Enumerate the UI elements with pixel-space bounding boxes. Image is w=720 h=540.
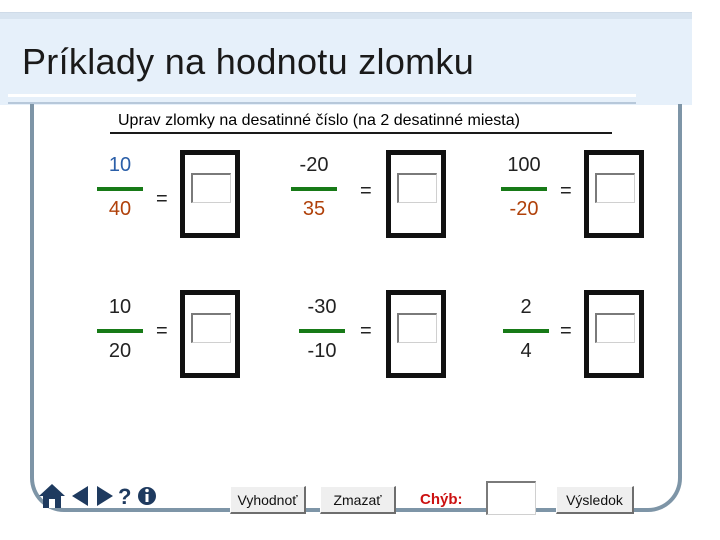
equals-sign: = <box>156 188 168 210</box>
denominator: 35 <box>302 198 326 220</box>
fraction-bar <box>501 187 547 191</box>
errors-label: Chýb: <box>420 491 463 508</box>
answer-input[interactable] <box>397 313 437 343</box>
numerator: -30 <box>307 296 337 318</box>
page-title: Príklady na hodnotu zlomku <box>22 41 475 82</box>
answer-box-4[interactable] <box>180 290 240 378</box>
numerator: 100 <box>507 154 541 176</box>
title-divider <box>8 94 636 97</box>
answer-input[interactable] <box>191 173 231 203</box>
answer-input[interactable] <box>595 313 635 343</box>
answer-box-6[interactable] <box>584 290 644 378</box>
denominator: -10 <box>307 340 337 362</box>
answer-input[interactable] <box>595 173 635 203</box>
fraction-bar <box>97 329 143 333</box>
equals-sign: = <box>360 180 372 202</box>
instruction-text: Uprav zlomky na desatinné číslo (na 2 de… <box>118 112 520 129</box>
denominator: 40 <box>108 198 132 220</box>
equals-sign: = <box>360 320 372 342</box>
answer-input[interactable] <box>397 173 437 203</box>
denominator: -20 <box>509 198 539 220</box>
numerator: 2 <box>520 296 532 318</box>
forward-arrow-icon[interactable] <box>93 480 117 512</box>
fraction-bar <box>291 187 337 191</box>
answer-box-1[interactable] <box>180 150 240 238</box>
instruction-underline <box>110 132 612 134</box>
numerator: -20 <box>299 154 329 176</box>
header-accent <box>0 13 692 19</box>
answer-box-2[interactable] <box>386 150 446 238</box>
answer-box-3[interactable] <box>584 150 644 238</box>
fraction-bar <box>299 329 345 333</box>
back-arrow-icon[interactable] <box>68 480 92 512</box>
info-icon[interactable] <box>136 480 158 512</box>
equals-sign: = <box>560 320 572 342</box>
equals-sign: = <box>156 320 168 342</box>
result-button[interactable]: Výsledok <box>556 486 634 514</box>
home-icon[interactable] <box>37 480 67 512</box>
header-bar: Príklady na hodnotu zlomku <box>0 12 692 105</box>
answer-box-5[interactable] <box>386 290 446 378</box>
clear-button[interactable]: Zmazať <box>320 486 396 514</box>
evaluate-button[interactable]: Vyhodnoť <box>230 486 306 514</box>
denominator: 4 <box>520 340 532 362</box>
denominator: 20 <box>108 340 132 362</box>
answer-input[interactable] <box>191 313 231 343</box>
numerator: 10 <box>108 154 132 176</box>
numerator: 10 <box>108 296 132 318</box>
fraction-bar <box>97 187 143 191</box>
equals-sign: = <box>560 180 572 202</box>
help-icon[interactable]: ? <box>118 484 132 516</box>
errors-count-field <box>486 481 536 515</box>
fraction-bar <box>503 329 549 333</box>
